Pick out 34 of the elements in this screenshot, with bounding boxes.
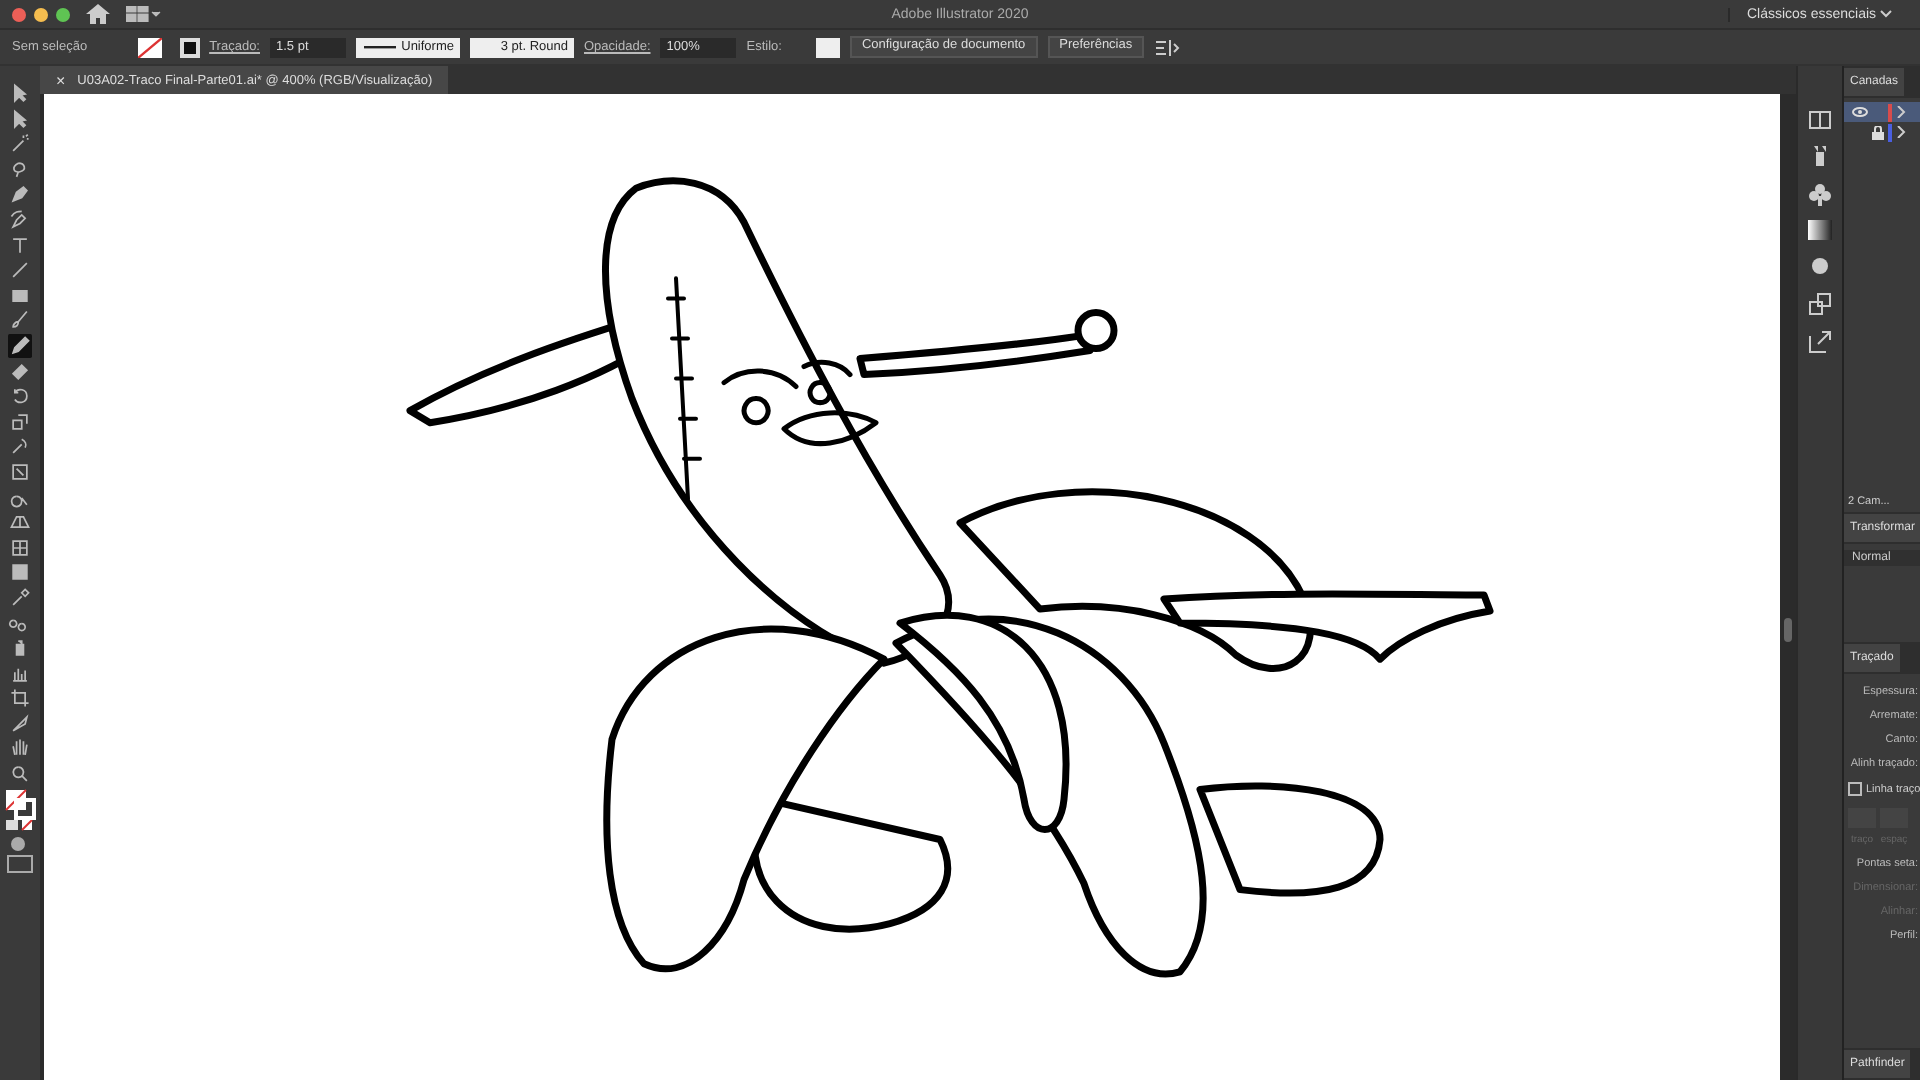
stroke-swatch[interactable] xyxy=(179,37,200,57)
layout-grid-icon[interactable] xyxy=(126,6,162,22)
artboards-icon[interactable] xyxy=(1808,110,1832,130)
pencil-icon[interactable] xyxy=(6,333,34,358)
club-icon[interactable] xyxy=(1808,182,1832,206)
gradient-icon[interactable] xyxy=(1808,220,1832,240)
color-modes-icon[interactable] xyxy=(6,820,34,833)
lock-icon[interactable] xyxy=(1872,125,1884,139)
eye-icon[interactable] xyxy=(1852,106,1868,118)
layer-row[interactable] xyxy=(1844,102,1920,122)
style-swatch[interactable] xyxy=(815,37,840,57)
maximize-window-button[interactable] xyxy=(56,7,70,21)
chevron-down-icon xyxy=(1880,9,1892,17)
arrange-icon[interactable] xyxy=(1154,37,1183,57)
pen-icon[interactable] xyxy=(6,182,34,207)
free-transform-icon[interactable] xyxy=(6,459,34,484)
dashed-line-checkbox[interactable] xyxy=(1848,782,1862,796)
export-icon[interactable] xyxy=(1808,330,1832,354)
layers-swap-icon[interactable] xyxy=(1808,292,1832,316)
close-window-button[interactable] xyxy=(12,7,26,21)
mesh-icon[interactable] xyxy=(6,535,34,560)
minimize-window-button[interactable] xyxy=(34,7,48,21)
fill-stroke-icon[interactable] xyxy=(4,787,36,820)
screen-mode-icon[interactable] xyxy=(6,854,34,875)
home-icon[interactable] xyxy=(86,4,110,24)
gradient-icon[interactable] xyxy=(6,560,34,585)
scrollbar-thumb[interactable] xyxy=(1784,618,1792,642)
scale-icon[interactable] xyxy=(6,409,34,434)
fill-swatch[interactable] xyxy=(137,37,162,57)
close-tab-button[interactable]: × xyxy=(56,71,66,89)
eraser-icon[interactable] xyxy=(6,359,34,384)
line-profile-icon xyxy=(363,45,396,49)
artboard-icon[interactable] xyxy=(6,686,34,711)
hand-icon[interactable] xyxy=(6,736,34,761)
